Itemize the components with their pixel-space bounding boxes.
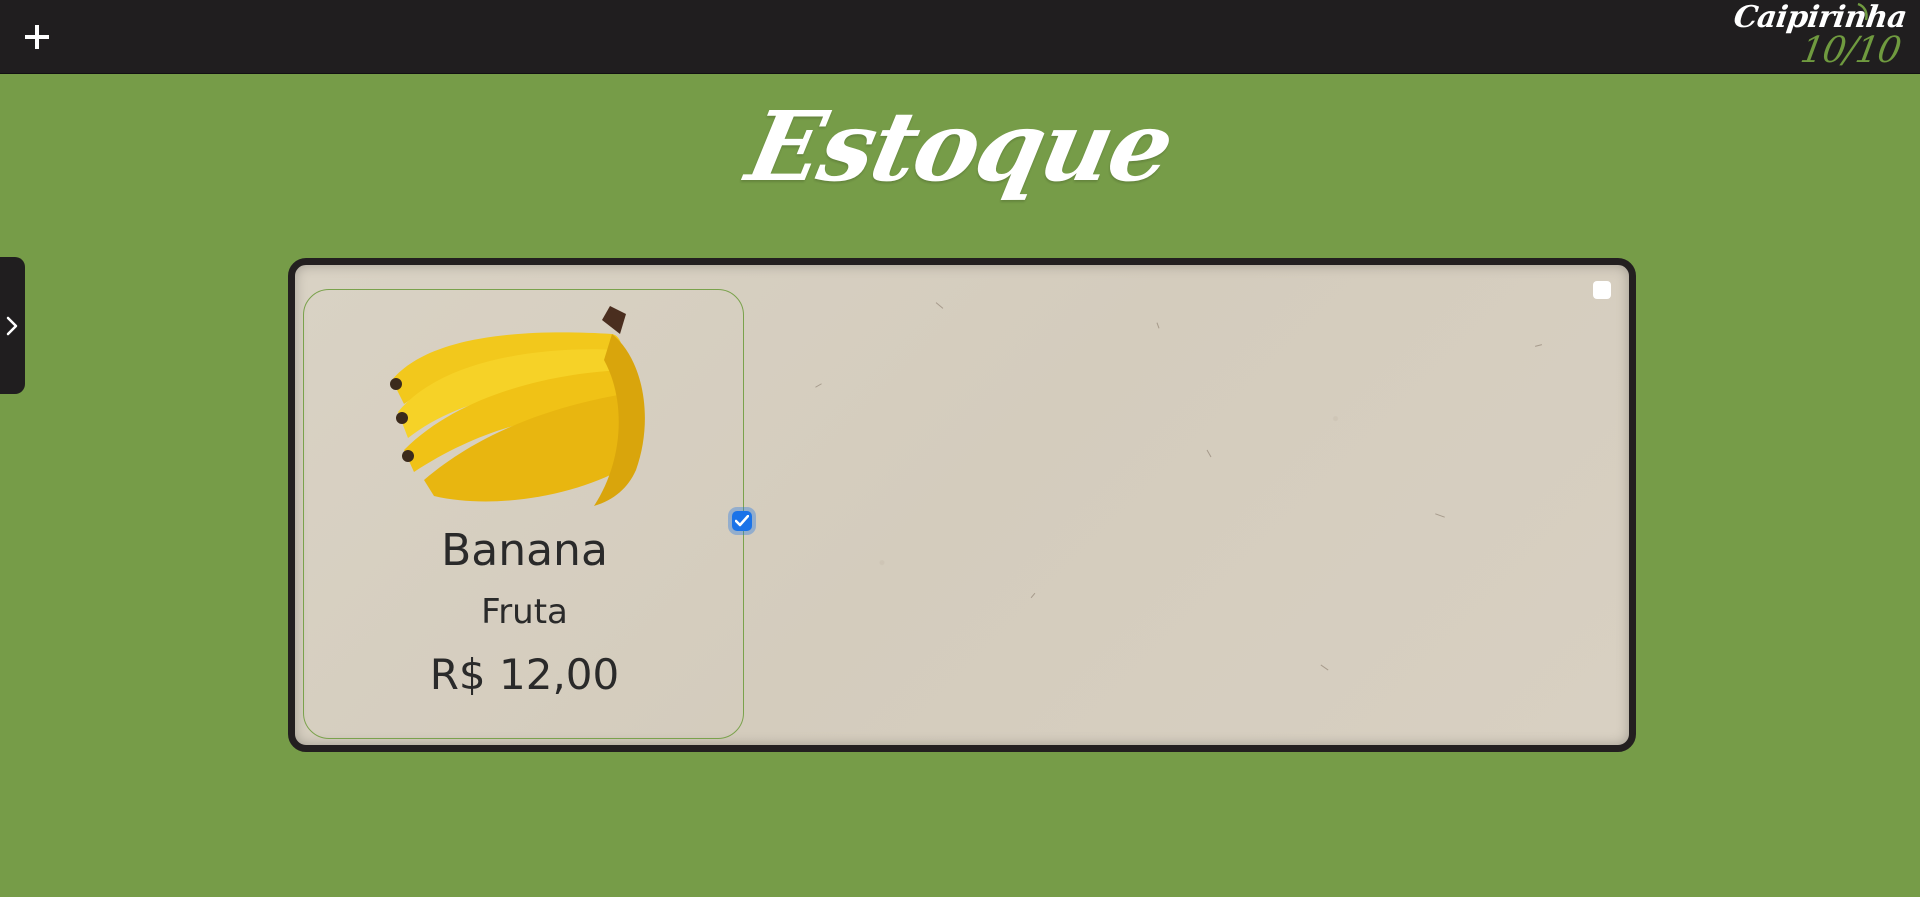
checkmark-icon <box>735 515 749 527</box>
top-bar: Caipirinha 10/10 <box>0 0 1920 74</box>
add-button[interactable] <box>22 22 52 52</box>
banana-image <box>390 306 645 506</box>
paper-texture <box>935 302 944 309</box>
sidebar-toggle-button[interactable] <box>0 257 25 394</box>
chevron-right-icon <box>6 316 18 336</box>
brand-rating: 10/10 <box>1797 30 1904 71</box>
paper-texture <box>1156 322 1160 329</box>
paper-texture <box>1320 664 1329 671</box>
plus-icon <box>25 25 49 49</box>
product-checkbox[interactable] <box>732 511 752 531</box>
select-all-checkbox[interactable] <box>1593 281 1611 299</box>
paper-texture <box>1435 513 1445 518</box>
paper-texture <box>815 383 822 388</box>
paper-texture <box>1534 344 1543 347</box>
paper-texture <box>1206 449 1212 458</box>
paper-texture <box>1030 592 1036 599</box>
product-card[interactable]: Banana Fruta R$ 12,00 <box>303 289 752 739</box>
inventory-panel: Banana Fruta R$ 12,00 <box>288 258 1636 752</box>
page-title: Estoque <box>738 90 1182 203</box>
brand-logo: Caipirinha 10/10 <box>1731 0 1908 72</box>
product-category: Fruta <box>481 592 568 632</box>
product-price: R$ 12,00 <box>429 650 620 699</box>
product-name: Banana <box>441 525 608 576</box>
